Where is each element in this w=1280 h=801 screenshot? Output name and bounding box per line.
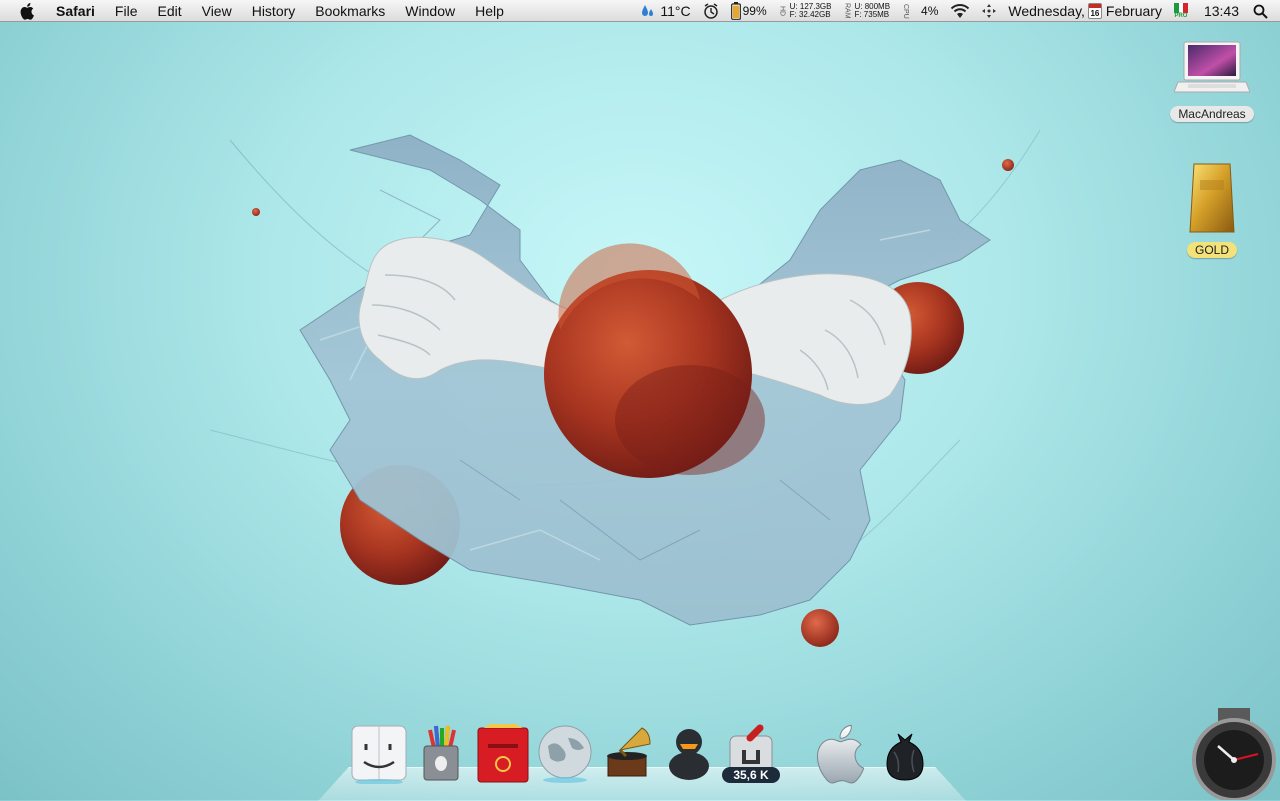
desktop-item-macandreas[interactable]: MacAndreas <box>1166 40 1258 122</box>
date-menu-extra[interactable]: Wednesday, 16 February <box>1002 0 1168 22</box>
clock-menu-extra[interactable]: 13:43 <box>1194 0 1249 22</box>
calendar-icon: 16 <box>1087 3 1102 19</box>
battery-menu-extra[interactable]: 99% <box>725 0 773 22</box>
desktop-item-gold[interactable]: GOLD <box>1166 160 1258 258</box>
language-menu-extra[interactable]: PRO <box>1168 0 1194 22</box>
calendar-day: 16 <box>1090 9 1100 18</box>
menu-bookmarks[interactable]: Bookmarks <box>305 0 395 22</box>
menu-view[interactable]: View <box>192 0 242 22</box>
dock-item-finder[interactable] <box>348 718 410 784</box>
memory-free: 735MB <box>863 10 890 19</box>
cpu-percent: 4% <box>921 4 939 18</box>
memory-side-label: RAM <box>843 3 851 19</box>
weather-temp: 11°C <box>660 3 691 19</box>
watch-widget[interactable] <box>1188 708 1280 800</box>
wifi-menu-extra[interactable] <box>944 0 976 22</box>
duck-icon <box>669 729 709 780</box>
memory-menu-extra[interactable]: RAM U: 800MB F: 735MB <box>837 0 896 22</box>
spaces-menu-extra[interactable] <box>976 0 1002 22</box>
day-name: Wednesday, <box>1008 3 1085 19</box>
month-name: February <box>1105 3 1162 19</box>
menu-file[interactable]: File <box>105 0 148 22</box>
dock-item-trash[interactable] <box>874 718 936 784</box>
sphere-small-bottom <box>801 609 839 647</box>
left-hand <box>358 236 571 380</box>
menu-window[interactable]: Window <box>395 0 465 22</box>
sphere-tiny-left <box>252 208 260 216</box>
wifi-icon <box>951 4 970 18</box>
menu-app-safari[interactable]: Safari <box>50 0 105 22</box>
menu-help[interactable]: Help <box>465 0 514 22</box>
battery-percent: 99% <box>742 4 767 18</box>
mailbox-icon <box>477 724 529 783</box>
battery-icon <box>730 2 741 20</box>
desktop-item-label: MacAndreas <box>1170 106 1254 122</box>
italian-flag-icon <box>1173 3 1188 13</box>
memory-free-label: F: <box>854 10 862 19</box>
sphere-tiny-right <box>1002 159 1014 171</box>
apple-icon <box>816 724 865 784</box>
cpu-side-label: CPU <box>902 3 910 19</box>
dock-item-duck[interactable] <box>658 718 720 784</box>
dock-item-gramophone[interactable] <box>596 718 658 784</box>
menu-edit[interactable]: Edit <box>147 0 191 22</box>
disk-menu-extra[interactable]: HD U: 127.3GB F: 32.42GB <box>773 0 838 22</box>
search-icon <box>1253 4 1268 19</box>
disk-side-label: HD <box>778 5 786 17</box>
flag-sub-label: PRO <box>1174 13 1188 19</box>
menu-history[interactable]: History <box>242 0 306 22</box>
dock-badge: 35,6 K <box>722 767 780 783</box>
dock-item-apple[interactable] <box>812 718 874 784</box>
clock-time: 13:43 <box>1203 3 1239 19</box>
dock-item-pencil-cup[interactable] <box>410 718 472 784</box>
alarm-clock-icon <box>703 3 718 19</box>
weather-menu-extra[interactable]: 11°C <box>634 0 696 22</box>
gramophone-icon <box>607 727 651 777</box>
dock-item-globe[interactable] <box>534 718 596 784</box>
laptop-icon <box>1174 41 1250 93</box>
move-arrows-icon <box>982 4 997 18</box>
disk-free-label: F: <box>789 10 797 19</box>
gold-bar-icon <box>1189 163 1235 233</box>
menu-bar: Safari File Edit View History Bookmarks … <box>0 0 1280 22</box>
pencil-cup-icon <box>423 725 459 781</box>
trash-bag-icon <box>886 733 924 781</box>
alarm-menu-extra[interactable] <box>697 0 725 22</box>
apple-menu-icon[interactable] <box>20 2 38 20</box>
globe-icon <box>538 725 592 783</box>
raindrops-icon <box>642 5 654 16</box>
spotlight-menu-extra[interactable] <box>1249 0 1280 22</box>
finder-icon <box>351 725 407 784</box>
desktop-item-label: GOLD <box>1186 242 1237 258</box>
disk-free: 32.42GB <box>798 10 831 19</box>
wallpaper <box>209 129 1041 647</box>
cpu-menu-extra[interactable]: CPU 4% <box>896 0 944 22</box>
dock-item-mailbox[interactable] <box>472 718 534 784</box>
